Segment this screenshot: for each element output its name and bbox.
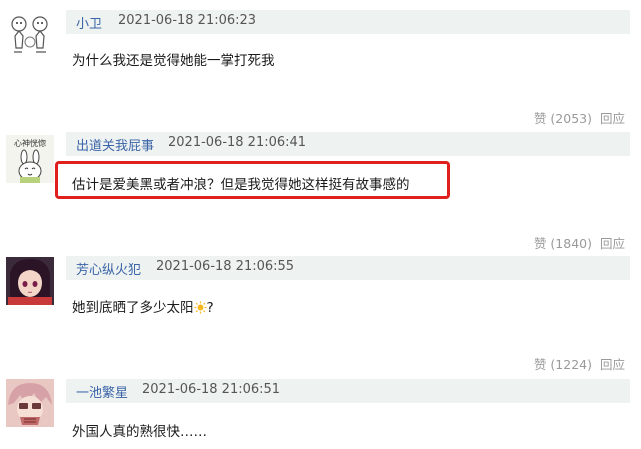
like-button[interactable]: 赞 (2053) (534, 111, 592, 126)
reply-button[interactable]: 回应 (600, 236, 625, 251)
avatar[interactable] (6, 379, 54, 427)
comment-item: 小卫 2021-06-18 21:06:23 为什么我还是觉得她能一掌打死我 赞… (0, 0, 641, 126)
anime-boy-avatar-icon (6, 379, 54, 427)
username-link[interactable]: 芳心纵火犯 (76, 259, 141, 278)
comment-timestamp: 2021-06-18 21:06:23 (118, 13, 257, 28)
comment-timestamp: 2021-06-18 21:06:41 (168, 135, 307, 150)
comment-item: 一池繁星 2021-06-18 21:06:51 外国人真的熟很快…… (0, 375, 641, 449)
reply-button[interactable]: 回应 (600, 357, 625, 372)
bunny-sticker-avatar-icon: 心神恍惚 (6, 135, 54, 183)
comment-text: 外国人真的熟很快…… (72, 424, 207, 440)
username-link[interactable]: 小卫 (76, 13, 102, 32)
comment-timestamp: 2021-06-18 21:06:55 (156, 259, 295, 274)
anime-girl-avatar-icon (6, 257, 54, 305)
avatar[interactable] (6, 257, 54, 305)
comment-text-suffix: ? (206, 300, 214, 316)
avatar[interactable] (6, 12, 54, 60)
comment-header: 芳心纵火犯 2021-06-18 21:06:55 (66, 256, 630, 280)
username-link[interactable]: 一池繁星 (76, 382, 128, 401)
svg-text:心神恍惚: 心神恍惚 (14, 138, 46, 148)
username-link[interactable]: 出道关我屁事 (76, 135, 154, 154)
comment-item: 芳心纵火犯 2021-06-18 21:06:55 她到底晒了多少太阳 ? 赞 … (0, 250, 641, 375)
comment-text-main: 她到底晒了多少太阳 (72, 300, 194, 316)
cartoon-sketch-avatar-icon (6, 12, 54, 60)
comment-text: 为什么我还是觉得她能一掌打死我 (72, 53, 275, 69)
reply-button[interactable]: 回应 (600, 111, 625, 126)
comment-header: 出道关我屁事 2021-06-18 21:06:41 (66, 132, 630, 156)
comment-header: 一池繁星 2021-06-18 21:06:51 (66, 379, 630, 403)
comment-actions: 赞 (1224) 回应 (534, 354, 625, 373)
comment-list: 小卫 2021-06-18 21:06:23 为什么我还是觉得她能一掌打死我 赞… (0, 0, 641, 449)
avatar[interactable]: 心神恍惚 (6, 135, 54, 183)
comment-timestamp: 2021-06-18 21:06:51 (142, 382, 281, 397)
comment-header: 小卫 2021-06-18 21:06:23 (66, 10, 630, 34)
comment-text: 她到底晒了多少太阳 ? (72, 296, 214, 316)
highlight-annotation-box (55, 161, 450, 199)
like-button[interactable]: 赞 (1840) (534, 236, 592, 251)
sun-emoji-icon (193, 301, 207, 314)
like-button[interactable]: 赞 (1224) (534, 357, 592, 372)
